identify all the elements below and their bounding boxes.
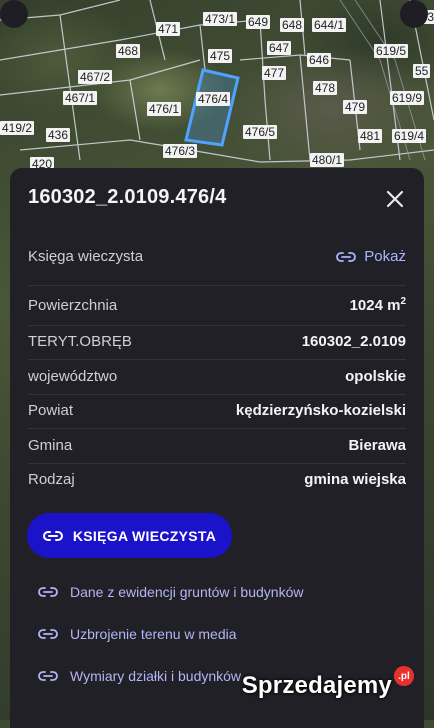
row-value: 160302_2.0109 xyxy=(301,333,406,350)
row-label: Powierzchnia xyxy=(28,296,118,314)
row-value: Bierawa xyxy=(348,437,406,454)
parcel-label: 481 xyxy=(358,129,383,143)
divider xyxy=(28,325,406,326)
show-link[interactable]: Pokaż xyxy=(336,248,406,265)
show-link-label: Pokaż xyxy=(364,248,406,265)
dimensions-link[interactable]: Wymiary działki i budynków xyxy=(38,668,241,684)
row-powierzchnia: Powierzchnia 1024 m2 xyxy=(28,296,406,314)
parcel-label: 644/1 xyxy=(312,18,347,32)
parcel-label: 467/1 xyxy=(63,91,98,105)
row-label: TERYT.OBRĘB xyxy=(28,333,132,350)
parcel-label: 476/1 xyxy=(147,102,182,116)
parcel-label: 619/5 xyxy=(374,44,409,58)
parcel-label: 467/2 xyxy=(78,70,113,84)
land-records-link[interactable]: Dane z ewidencji gruntów i budynków xyxy=(38,584,303,600)
parcel-label: 646 xyxy=(307,53,332,67)
ksiega-wieczysta-button-label: KSIĘGA WIECZYSTA xyxy=(72,527,217,544)
parcel-details-panel: 160302_2.0109.476/4 Księga wieczysta Pok… xyxy=(10,168,424,728)
parcel-label: 647 xyxy=(267,41,292,55)
parcel-label: 419/2 xyxy=(0,121,35,135)
divider xyxy=(28,359,406,360)
parcel-label: 619/9 xyxy=(390,91,425,105)
parcel-label: 476/5 xyxy=(243,125,278,139)
parcel-label: 471 xyxy=(156,22,181,36)
sprzedajemy-watermark: Sprzedajemy .pl xyxy=(241,666,414,700)
row-label: Księga wieczysta xyxy=(28,248,144,265)
dimensions-link-label: Wymiary działki i budynków xyxy=(70,668,242,684)
row-label: województwo xyxy=(28,368,118,385)
land-records-link-label: Dane z ewidencji gruntów i budynków xyxy=(70,584,304,600)
watermark-badge: .pl xyxy=(394,666,414,686)
parcel-label: 619/4 xyxy=(392,129,427,143)
row-value: kędzierzyńsko-kozielski xyxy=(235,402,406,419)
ksiega-wieczysta-button[interactable]: KSIĘGA WIECZYSTA xyxy=(27,513,232,558)
watermark-text: Sprzedajemy xyxy=(241,672,392,699)
close-icon xyxy=(386,190,404,208)
divider xyxy=(28,463,406,464)
close-button[interactable] xyxy=(380,184,410,214)
utilities-link[interactable]: Uzbrojenie terenu w media xyxy=(38,626,237,642)
parcel-label: 477 xyxy=(262,66,287,80)
parcel-label: 476/3 xyxy=(163,144,198,158)
row-label: Gmina xyxy=(28,437,73,454)
parcel-label: 649 xyxy=(246,15,271,29)
parcel-label: 648 xyxy=(280,18,305,32)
link-icon xyxy=(38,586,58,598)
row-rodzaj: Rodzaj gmina wiejska xyxy=(28,471,406,488)
row-label: Powiat xyxy=(28,402,74,419)
row-teryt: TERYT.OBRĘB 160302_2.0109 xyxy=(28,333,406,350)
divider xyxy=(28,428,406,429)
panel-title: 160302_2.0109.476/4 xyxy=(28,186,227,208)
parcel-label: 473/1 xyxy=(203,12,238,26)
map-control-button[interactable] xyxy=(0,0,28,28)
parcel-label: 475 xyxy=(208,49,233,63)
divider xyxy=(28,285,406,286)
row-gmina: Gmina Bierawa xyxy=(28,437,406,454)
divider xyxy=(28,394,406,395)
link-icon xyxy=(336,251,357,263)
row-ksiega-wieczysta: Księga wieczysta Pokaż xyxy=(28,248,406,265)
parcel-label: 436 xyxy=(46,128,71,142)
selected-parcel-outline[interactable] xyxy=(184,68,240,147)
link-icon xyxy=(38,628,58,640)
row-value: gmina wiejska xyxy=(304,471,406,488)
selected-parcel-label[interactable]: 476/4 xyxy=(196,92,231,106)
parcel-label: 479 xyxy=(343,100,368,114)
link-icon xyxy=(42,530,63,542)
row-wojewodztwo: województwo opolskie xyxy=(28,368,406,385)
link-icon xyxy=(38,670,58,682)
map-control-button[interactable] xyxy=(400,0,428,28)
parcel-label: 55 xyxy=(413,64,431,78)
parcel-label: 468 xyxy=(116,44,141,58)
row-powiat: Powiat kędzierzyńsko-kozielski xyxy=(28,402,406,419)
utilities-link-label: Uzbrojenie terenu w media xyxy=(70,626,237,642)
row-value: 1024 m2 xyxy=(349,296,406,314)
parcel-label: 480/1 xyxy=(310,153,345,167)
parcel-label: 478 xyxy=(313,81,338,95)
row-label: Rodzaj xyxy=(28,471,75,488)
row-value: opolskie xyxy=(345,368,406,385)
